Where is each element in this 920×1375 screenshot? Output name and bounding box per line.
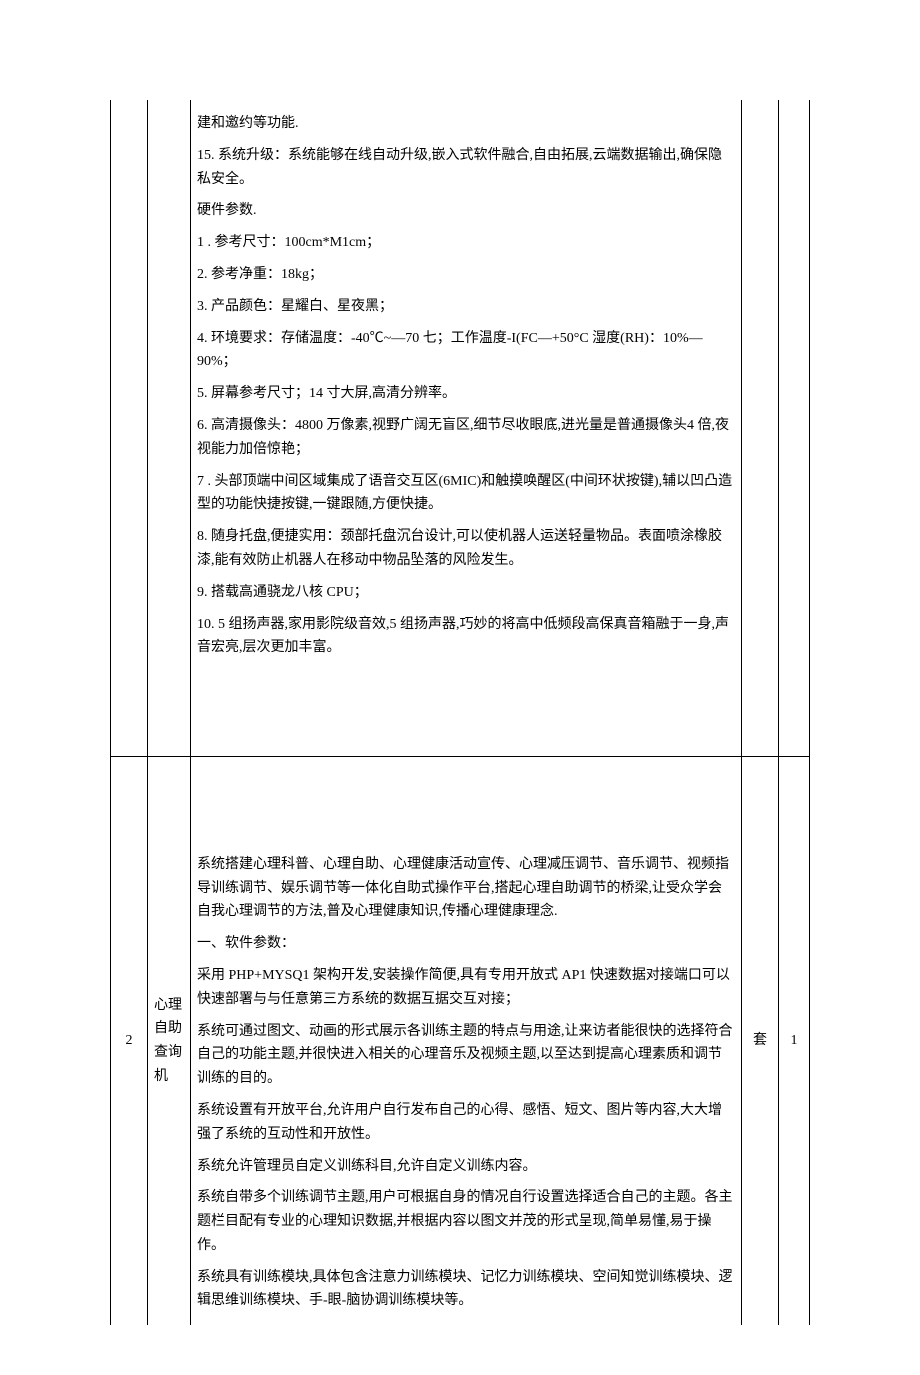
spec-para: 系统具有训练模块,具体包含注意力训练模块、记忆力训练模块、空间知觉训练模块、逻辑… xyxy=(197,1266,735,1314)
spec-para: 系统自带多个训练调节主题,用户可根据自身的情况自行设置选择适合自己的主题。各主题… xyxy=(197,1186,735,1257)
spec-para: 15. 系统升级：系统能够在线自动升级,嵌入式软件融合,自由拓展,云端数据输出,… xyxy=(197,144,735,192)
cell-qty: 1 xyxy=(779,756,810,1325)
spec-para: 建和邀约等功能. xyxy=(197,112,735,136)
spec-table: 建和邀约等功能. 15. 系统升级：系统能够在线自动升级,嵌入式软件融合,自由拓… xyxy=(110,100,810,1325)
spec-para: 采用 PHP+MYSQ1 架构开发,安装操作简便,具有专用开放式 AP1 快速数… xyxy=(197,964,735,1012)
cell-description: 系统搭建心理科普、心理自助、心理健康活动宣传、心理减压调节、音乐调节、视频指导训… xyxy=(191,756,742,1325)
spec-para: 3. 产品颜色：星耀白、星夜黑； xyxy=(197,295,735,319)
document-page: 建和邀约等功能. 15. 系统升级：系统能够在线自动升级,嵌入式软件融合,自由拓… xyxy=(0,0,920,1375)
spec-para: 7 . 头部顶端中间区域集成了语音交互区(6MIC)和触摸唤醒区(中间环状按键)… xyxy=(197,470,735,518)
cell-index xyxy=(111,100,148,756)
spec-para: 1 . 参考尺寸：100cm*M1cm； xyxy=(197,231,735,255)
table-row: 建和邀约等功能. 15. 系统升级：系统能够在线自动升级,嵌入式软件融合,自由拓… xyxy=(111,100,810,756)
spec-para: 4. 环境要求：存储温度：-40℃~—70 七；工作温度-I(FC—+50°C … xyxy=(197,327,735,375)
spec-para: 硬件参数. xyxy=(197,199,735,223)
spec-para: 5. 屏幕参考尺寸；14 寸大屏,高清分辨率。 xyxy=(197,382,735,406)
spec-para: 9. 搭载高通骁龙八核 CPU； xyxy=(197,581,735,605)
spec-para: 系统设置有开放平台,允许用户自行发布自己的心得、感悟、短文、图片等内容,大大增强… xyxy=(197,1099,735,1147)
cell-unit xyxy=(742,100,779,756)
spec-para: 一、软件参数： xyxy=(197,932,735,956)
spec-para: 10. 5 组扬声器,家用影院级音效,5 组扬声器,巧妙的将高中低频段高保真音箱… xyxy=(197,613,735,661)
spec-para: 6. 高清摄像头：4800 万像素,视野广阔无盲区,细节尽收眼底,进光量是普通摄… xyxy=(197,414,735,462)
cell-qty xyxy=(779,100,810,756)
spec-para: 2. 参考净重：18kg； xyxy=(197,263,735,287)
spec-para: 8. 随身托盘,便捷实用：颈部托盘沉台设计,可以使机器人运送轻量物品。表面喷涂橡… xyxy=(197,525,735,573)
table-row: 2 心理自助查询机 系统搭建心理科普、心理自助、心理健康活动宣传、心理减压调节、… xyxy=(111,756,810,1325)
cell-name xyxy=(148,100,191,756)
cell-index: 2 xyxy=(111,756,148,1325)
spec-para: 系统可通过图文、动画的形式展示各训练主题的特点与用途,让来访者能很快的选择符合自… xyxy=(197,1020,735,1091)
cell-unit: 套 xyxy=(742,756,779,1325)
spec-para: 系统搭建心理科普、心理自助、心理健康活动宣传、心理减压调节、音乐调节、视频指导训… xyxy=(197,853,735,924)
cell-name: 心理自助查询机 xyxy=(148,756,191,1325)
spec-para: 系统允许管理员自定义训练科目,允许自定义训练内容。 xyxy=(197,1155,735,1179)
cell-description: 建和邀约等功能. 15. 系统升级：系统能够在线自动升级,嵌入式软件融合,自由拓… xyxy=(191,100,742,756)
